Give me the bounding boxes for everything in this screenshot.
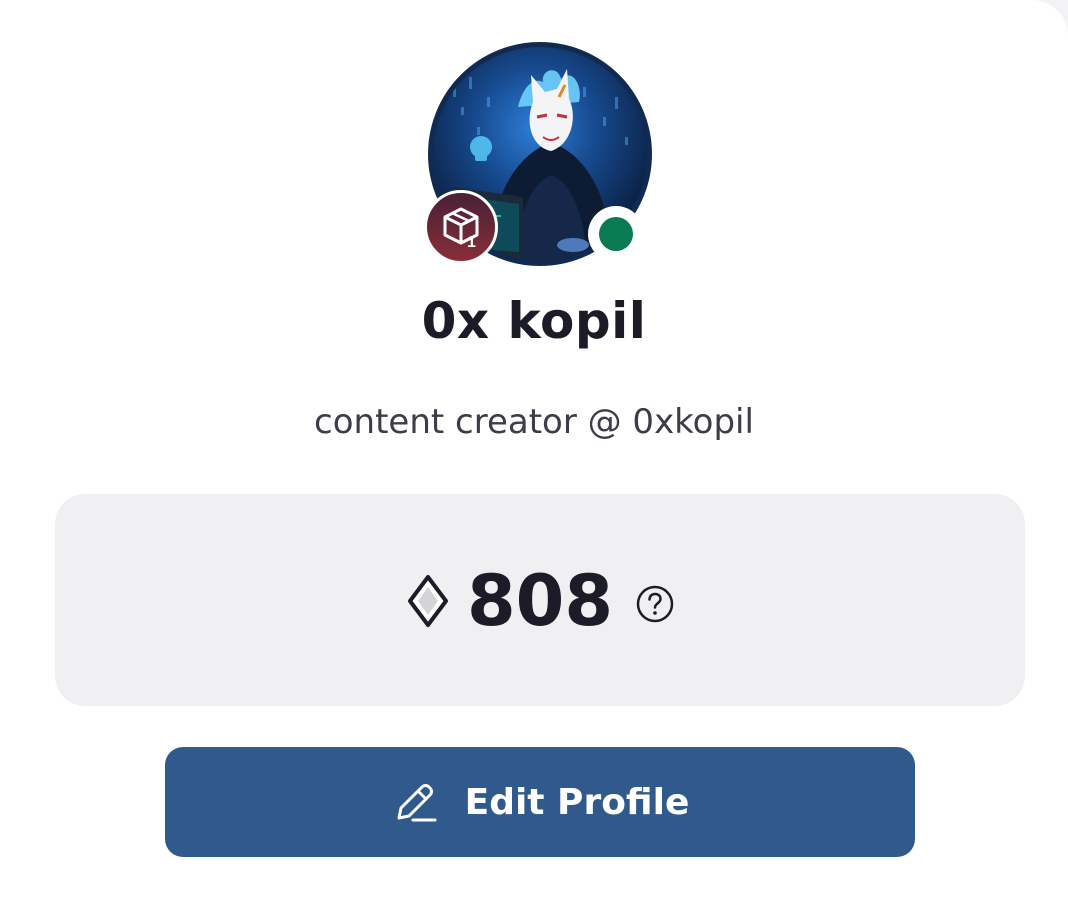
profile-card: 1 0x kopil content creator @ 0xkopil 808	[0, 0, 1068, 915]
edit-profile-label: Edit Profile	[464, 781, 690, 823]
avatar-container: 1	[424, 42, 652, 266]
profile-bio: content creator @ 0xkopil	[314, 402, 754, 442]
pencil-icon	[397, 784, 437, 822]
diamond-icon	[407, 575, 448, 627]
points-value: 808	[466, 560, 614, 642]
online-status-dot	[599, 217, 633, 251]
cube-icon: 1	[443, 207, 479, 249]
online-status-indicator	[588, 206, 644, 262]
edit-profile-button[interactable]: Edit Profile	[165, 747, 915, 857]
points-panel: 808	[55, 494, 1025, 706]
question-circle-icon[interactable]	[635, 584, 675, 624]
profile-name: 0x kopil	[421, 292, 647, 350]
points-row: 808	[405, 566, 675, 636]
level-number: 1	[467, 234, 476, 249]
level-badge: 1	[424, 190, 498, 264]
